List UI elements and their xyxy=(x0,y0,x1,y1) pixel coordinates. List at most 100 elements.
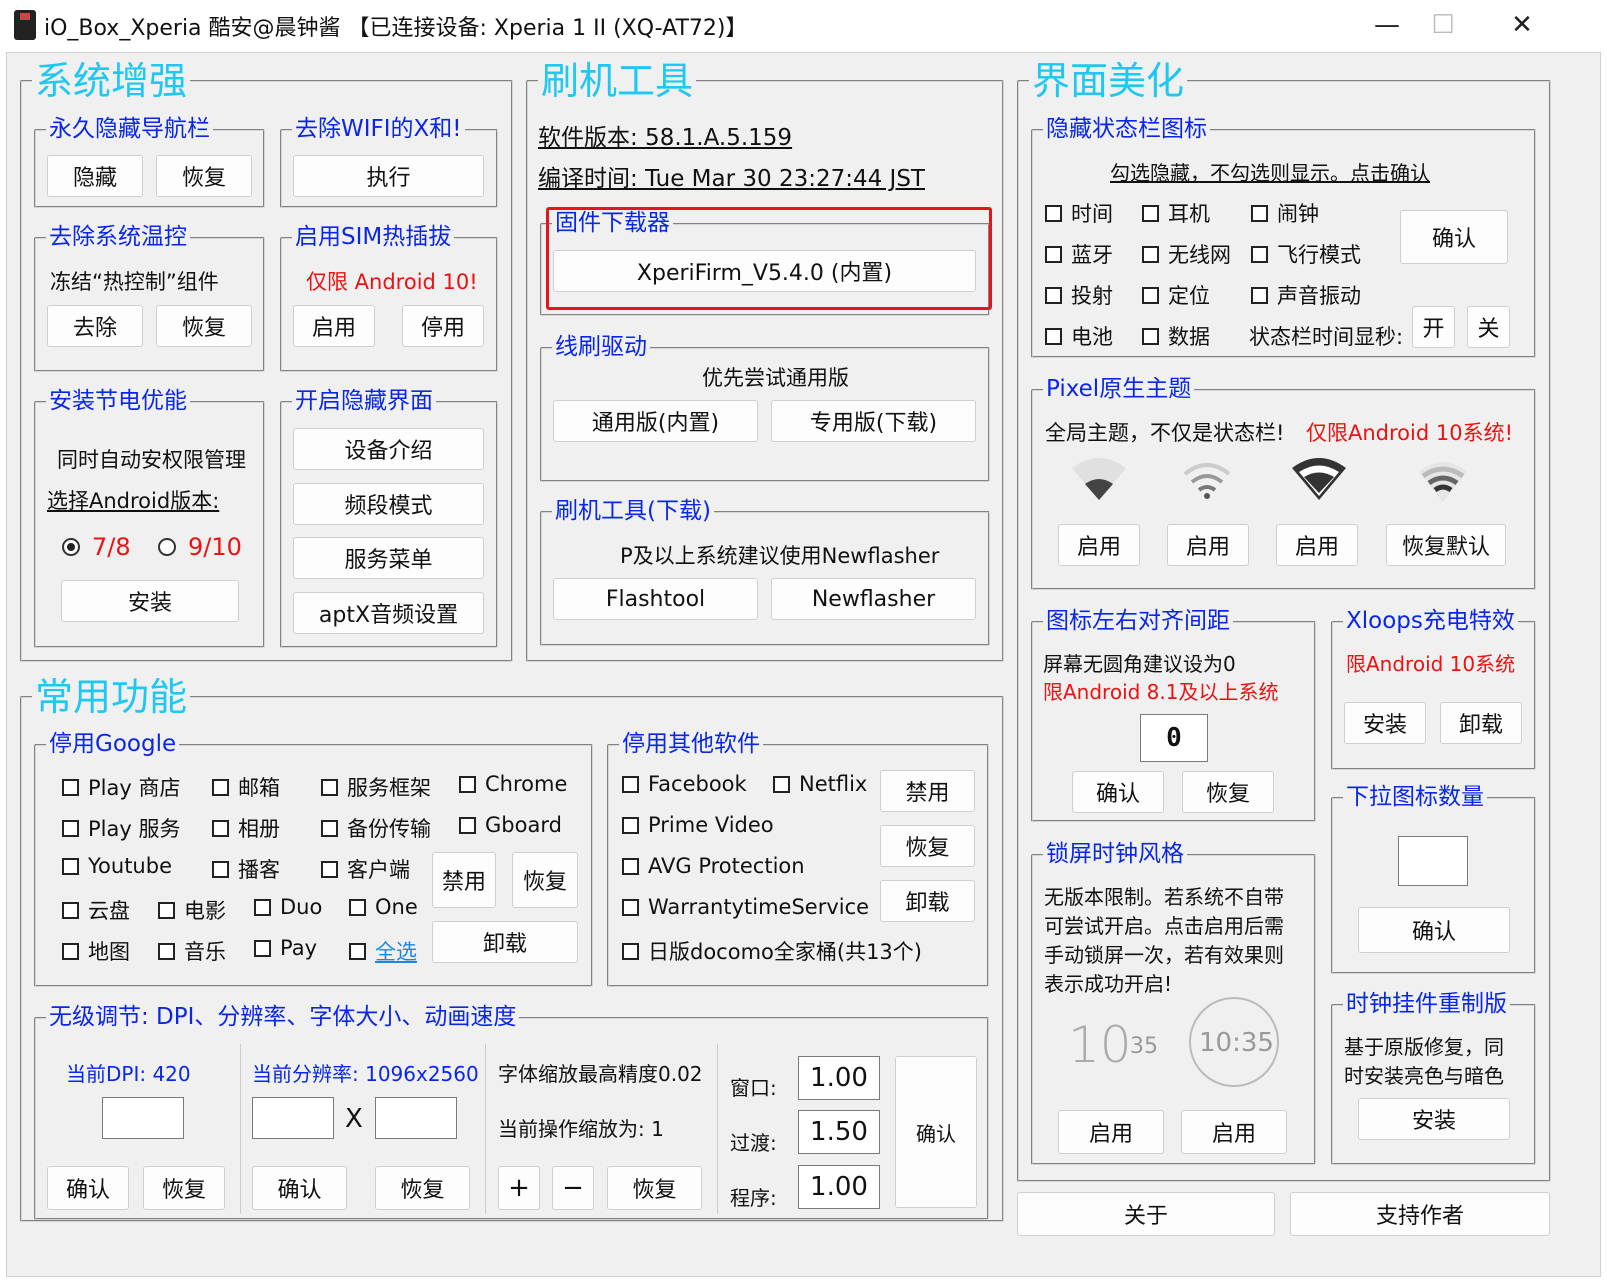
pulldown-count-confirm-button[interactable]: 确认 xyxy=(1358,907,1510,953)
other-restore-button[interactable]: 恢复 xyxy=(880,825,975,867)
dpi-confirm-button[interactable]: 确认 xyxy=(47,1166,129,1210)
enable-sim-hotplug-button[interactable]: 启用 xyxy=(293,305,375,347)
pixel-theme-2-enable-button[interactable]: 启用 xyxy=(1167,524,1249,566)
checkbox-headset[interactable]: 耳机 xyxy=(1142,198,1210,228)
checkbox-maps[interactable]: 地图 xyxy=(62,936,130,966)
disable-sim-hotplug-button[interactable]: 停用 xyxy=(402,305,484,347)
checkbox-photos[interactable]: 相册 xyxy=(212,813,280,843)
checkbox-sound-vibrate[interactable]: 声音振动 xyxy=(1251,280,1361,310)
pixel-theme-1-enable-button[interactable]: 启用 xyxy=(1058,524,1140,566)
newflasher-button[interactable]: Newflasher xyxy=(771,578,976,620)
restore-thermal-button[interactable]: 恢复 xyxy=(156,305,252,347)
checkbox-prime-video[interactable]: Prime Video xyxy=(622,813,774,837)
checkbox-pay[interactable]: Pay xyxy=(254,936,317,960)
google-disable-button[interactable]: 禁用 xyxy=(432,852,496,908)
checkbox-airplane[interactable]: 飞行模式 xyxy=(1251,239,1361,269)
pixel-theme-reset-button[interactable]: 恢复默认 xyxy=(1386,524,1506,566)
aptx-audio-button[interactable]: aptX音频设置 xyxy=(293,592,484,634)
checkbox-select-all[interactable]: 全选 xyxy=(349,936,417,966)
program-anim-input[interactable]: 1.00 xyxy=(798,1165,880,1209)
checkbox-client[interactable]: 客户端 xyxy=(321,854,410,884)
flashtool-button[interactable]: Flashtool xyxy=(553,578,758,620)
service-menu-button[interactable]: 服务菜单 xyxy=(293,537,484,579)
checkbox-backup-transport[interactable]: 备份传输 xyxy=(321,813,431,843)
checkbox-one[interactable]: One xyxy=(349,895,418,919)
other-disable-button[interactable]: 禁用 xyxy=(880,770,975,812)
device-info-button[interactable]: 设备介绍 xyxy=(293,428,484,470)
seconds-on-button[interactable]: 开 xyxy=(1412,306,1455,348)
icon-spacing-confirm-button[interactable]: 确认 xyxy=(1072,771,1164,813)
resolution-confirm-button[interactable]: 确认 xyxy=(252,1166,347,1210)
statusbar-confirm-button[interactable]: 确认 xyxy=(1400,210,1508,264)
generic-driver-button[interactable]: 通用版(内置) xyxy=(553,400,758,442)
icon-spacing-restore-button[interactable]: 恢复 xyxy=(1182,771,1274,813)
checkbox-music[interactable]: 音乐 xyxy=(158,936,226,966)
checkbox-time[interactable]: 时间 xyxy=(1045,198,1113,228)
minimize-icon[interactable]: — xyxy=(1357,4,1417,46)
special-driver-button[interactable]: 专用版(下载) xyxy=(771,400,976,442)
lockclock-1-enable-button[interactable]: 启用 xyxy=(1058,1110,1164,1154)
checkbox-podcasts[interactable]: 播客 xyxy=(212,854,280,884)
checkbox-bluetooth[interactable]: 蓝牙 xyxy=(1045,239,1113,269)
pixel-theme-3-enable-button[interactable]: 启用 xyxy=(1276,524,1358,566)
checkbox-alarm[interactable]: 闹钟 xyxy=(1251,198,1319,228)
font-minus-button[interactable]: − xyxy=(552,1166,594,1210)
checkbox-warrantytime-service[interactable]: WarrantytimeService xyxy=(622,895,869,919)
checkbox-location[interactable]: 定位 xyxy=(1142,280,1210,310)
dpi-input[interactable] xyxy=(102,1097,184,1139)
support-author-button[interactable]: 支持作者 xyxy=(1290,1192,1550,1236)
lockclock-2-enable-button[interactable]: 启用 xyxy=(1181,1110,1287,1154)
checkbox-drive[interactable]: 云盘 xyxy=(62,895,130,925)
font-plus-button[interactable]: + xyxy=(498,1166,540,1210)
lockscreen-clock-desc-1: 无版本限制。若系统不自带 xyxy=(1044,885,1284,909)
radio-android-7-8[interactable]: 7/8 xyxy=(62,533,131,561)
checkbox-battery[interactable]: 电池 xyxy=(1045,321,1113,351)
xloops-uninstall-button[interactable]: 卸载 xyxy=(1440,702,1522,744)
checkbox-avg-protection[interactable]: AVG Protection xyxy=(622,854,805,878)
run-wifi-fix-button[interactable]: 执行 xyxy=(293,155,484,197)
checkbox-netflix[interactable]: Netflix xyxy=(773,772,867,796)
window-anim-input[interactable]: 1.00 xyxy=(798,1056,880,1100)
checkbox-docomo-bundle[interactable]: 日版docomo全家桶(共13个) xyxy=(622,936,922,966)
close-icon[interactable]: ✕ xyxy=(1492,4,1552,46)
checkbox-data[interactable]: 数据 xyxy=(1142,321,1210,351)
remove-thermal-button[interactable]: 去除 xyxy=(47,305,143,347)
dpi-restore-button[interactable]: 恢复 xyxy=(143,1166,225,1210)
icon-spacing-input[interactable]: 0 xyxy=(1140,714,1208,762)
radio-android-9-10[interactable]: 9/10 xyxy=(158,533,242,561)
resolution-restore-button[interactable]: 恢复 xyxy=(375,1166,470,1210)
checkbox-gms-framework[interactable]: 服务框架 xyxy=(321,772,431,802)
anim-confirm-button[interactable]: 确认 xyxy=(895,1056,977,1208)
resolution-height-input[interactable] xyxy=(375,1097,457,1139)
about-button[interactable]: 关于 xyxy=(1017,1192,1275,1236)
checkbox-play-store[interactable]: Play 商店 xyxy=(62,772,180,802)
checkbox-youtube[interactable]: Youtube xyxy=(62,854,172,878)
checkbox-icon xyxy=(1142,286,1159,304)
band-mode-button[interactable]: 频段模式 xyxy=(293,483,484,525)
restore-navbar-button[interactable]: 恢复 xyxy=(156,155,252,197)
checkbox-gboard[interactable]: Gboard xyxy=(459,813,562,837)
maximize-icon[interactable]: ☐ xyxy=(1413,4,1473,46)
checkbox-cast[interactable]: 投射 xyxy=(1045,280,1113,310)
checkbox-play-services[interactable]: Play 服务 xyxy=(62,813,180,843)
other-uninstall-button[interactable]: 卸载 xyxy=(880,880,975,922)
checkbox-gmail[interactable]: 邮箱 xyxy=(212,772,280,802)
checkbox-label: Gboard xyxy=(485,813,562,837)
font-restore-button[interactable]: 恢复 xyxy=(607,1166,702,1210)
resolution-width-input[interactable] xyxy=(252,1097,334,1139)
seconds-off-button[interactable]: 关 xyxy=(1467,306,1510,348)
checkbox-facebook[interactable]: Facebook xyxy=(622,772,747,796)
hide-navbar-button[interactable]: 隐藏 xyxy=(47,155,143,197)
transition-anim-input[interactable]: 1.50 xyxy=(798,1110,880,1154)
clock-widget-install-button[interactable]: 安装 xyxy=(1358,1098,1510,1140)
xloops-install-button[interactable]: 安装 xyxy=(1344,702,1426,744)
checkbox-duo[interactable]: Duo xyxy=(254,895,322,919)
checkbox-movies[interactable]: 电影 xyxy=(158,895,226,925)
pulldown-count-input[interactable] xyxy=(1398,836,1468,886)
checkbox-chrome[interactable]: Chrome xyxy=(459,772,567,796)
checkbox-wifi[interactable]: 无线网 xyxy=(1142,239,1231,269)
google-uninstall-button[interactable]: 卸载 xyxy=(432,921,578,963)
google-restore-button[interactable]: 恢复 xyxy=(512,852,578,908)
install-power-optimize-button[interactable]: 安装 xyxy=(61,580,239,622)
flash-tools-download-group: 刷机工具(下载) xyxy=(540,500,990,646)
